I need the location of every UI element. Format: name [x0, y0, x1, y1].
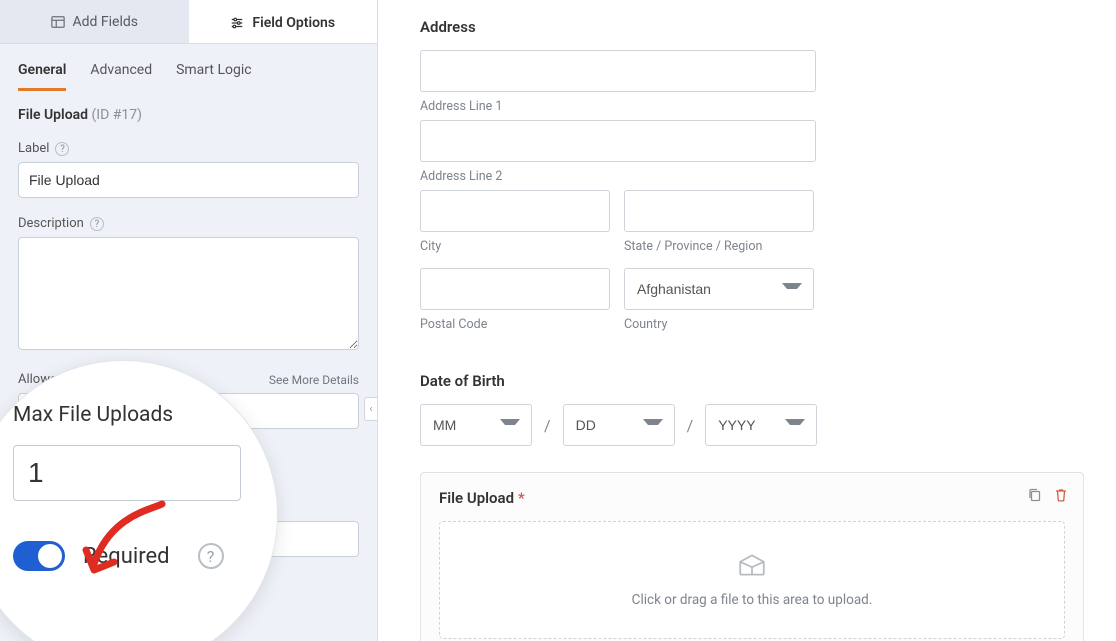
sub-tabs: General Advanced Smart Logic — [0, 54, 377, 91]
dob-year-select[interactable]: YYYY — [705, 404, 817, 446]
help-icon[interactable]: ? — [55, 142, 69, 156]
postal-caption: Postal Code — [420, 317, 610, 332]
trash-icon[interactable] — [1053, 487, 1069, 503]
tab-field-options-label: Field Options — [252, 15, 335, 31]
tab-add-fields[interactable]: Add Fields — [0, 0, 189, 43]
card-actions — [1027, 487, 1069, 503]
file-dropzone[interactable]: Click or drag a file to this area to upl… — [439, 521, 1065, 639]
field-name: File Upload — [18, 107, 88, 123]
help-icon[interactable]: ? — [198, 543, 224, 569]
state-input[interactable] — [624, 190, 814, 232]
city-input[interactable] — [420, 190, 610, 232]
field-title: File Upload (ID #17) — [18, 107, 359, 123]
sub-tab-general[interactable]: General — [18, 54, 66, 91]
collapse-sidebar-handle[interactable]: ‹ — [364, 397, 378, 421]
label-label: Label ? — [18, 141, 359, 156]
toggle-knob — [38, 544, 62, 568]
help-icon[interactable]: ? — [90, 217, 104, 231]
dob-sep: / — [687, 416, 694, 435]
state-caption: State / Province / Region — [624, 239, 814, 254]
form-preview: Address Address Line 1 Address Line 2 Ci… — [378, 0, 1116, 641]
upload-box-icon — [737, 552, 767, 582]
tab-add-fields-label: Add Fields — [73, 14, 139, 30]
required-star: * — [518, 489, 525, 507]
duplicate-icon[interactable] — [1027, 487, 1043, 503]
see-more-details-link[interactable]: See More Details — [269, 373, 359, 387]
address-title: Address — [420, 18, 1084, 36]
country-select[interactable]: Afghanistan — [624, 268, 814, 310]
tab-field-options[interactable]: Field Options — [189, 0, 378, 43]
dob-block: Date of Birth MM / DD / YYYY — [420, 372, 1084, 446]
dropzone-text: Click or drag a file to this area to upl… — [632, 592, 873, 608]
dob-sep: / — [544, 416, 551, 435]
address-block: Address Address Line 1 Address Line 2 Ci… — [420, 18, 1084, 346]
address-line1-input[interactable] — [420, 50, 816, 92]
sliders-icon — [230, 16, 244, 30]
postal-input[interactable] — [420, 268, 610, 310]
dob-month-select[interactable]: MM — [420, 404, 532, 446]
layout-icon — [51, 15, 65, 29]
required-toggle[interactable] — [13, 541, 65, 571]
max-file-uploads-input[interactable] — [13, 445, 241, 501]
chevron-left-icon: ‹ — [369, 404, 372, 415]
dob-title: Date of Birth — [420, 372, 1084, 390]
address-line2-caption: Address Line 2 — [420, 169, 1084, 184]
file-upload-card[interactable]: File Upload* Click or drag a file to thi… — [420, 472, 1084, 641]
required-label: Required — [83, 544, 170, 569]
label-input[interactable] — [18, 162, 359, 198]
sub-tab-advanced[interactable]: Advanced — [90, 54, 152, 91]
city-caption: City — [420, 239, 610, 254]
address-line1-caption: Address Line 1 — [420, 99, 1084, 114]
country-caption: Country — [624, 317, 814, 332]
upload-title: File Upload* — [439, 489, 1065, 507]
address-line2-input[interactable] — [420, 120, 816, 162]
zoom-callout: Max File Uploads Required ? — [0, 360, 278, 641]
sidebar-top-tabs: Add Fields Field Options — [0, 0, 377, 44]
description-label: Description ? — [18, 216, 359, 231]
sub-tab-smart-logic[interactable]: Smart Logic — [176, 54, 251, 91]
dob-day-select[interactable]: DD — [563, 404, 675, 446]
field-id: (ID #17) — [92, 107, 143, 123]
zoom-title: Max File Uploads — [13, 403, 249, 427]
description-input[interactable] — [18, 237, 359, 350]
